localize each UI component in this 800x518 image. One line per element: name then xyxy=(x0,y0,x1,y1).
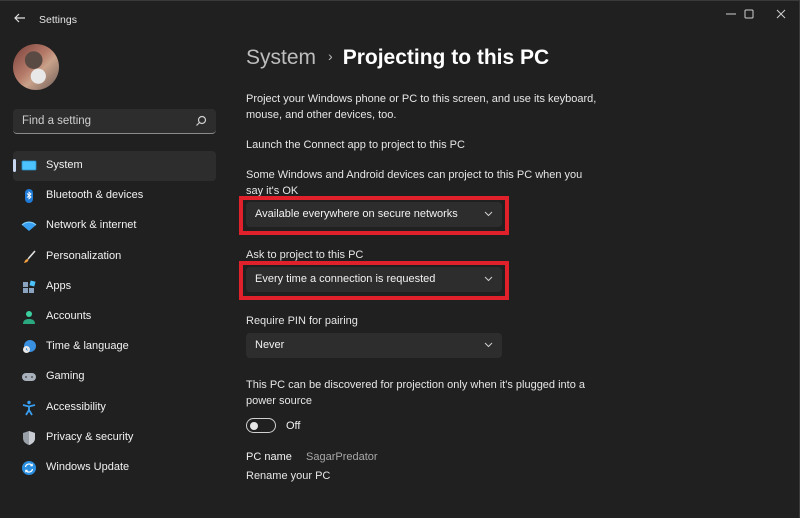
ask-dropdown[interactable]: Every time a connection is requested xyxy=(246,267,502,292)
title-bar: Settings xyxy=(0,1,800,39)
monitor-icon xyxy=(21,160,37,171)
toggle-knob xyxy=(250,421,258,430)
update-icon xyxy=(22,460,36,475)
maximize-button[interactable] xyxy=(732,5,766,25)
breadcrumb: System › Projecting to this PC xyxy=(246,46,549,70)
close-icon xyxy=(776,9,786,19)
sidebar-item-apps[interactable]: Apps xyxy=(13,272,216,302)
active-indicator xyxy=(13,159,16,172)
sidebar-item-system[interactable]: System xyxy=(13,151,216,182)
chevron-down-icon xyxy=(484,276,493,282)
search-icon xyxy=(196,115,207,126)
availability-dropdown[interactable]: Available everywhere on secure networks xyxy=(246,202,502,227)
chevron-down-icon xyxy=(484,211,493,217)
breadcrumb-parent[interactable]: System xyxy=(246,46,316,69)
sidebar-item-bluetooth[interactable]: Bluetooth & devices xyxy=(13,181,216,211)
sidebar-item-privacy[interactable]: Privacy & security xyxy=(13,423,216,453)
availability-label: Some Windows and Android devices can pro… xyxy=(246,169,583,197)
brush-icon xyxy=(24,250,36,263)
wifi-icon xyxy=(21,221,37,232)
page-description: Project your Windows phone or PC to this… xyxy=(246,93,597,121)
rename-pc-link[interactable]: Rename your PC xyxy=(246,470,330,482)
breadcrumb-separator: › xyxy=(328,48,333,64)
sidebar-item-accessibility[interactable]: Accessibility xyxy=(13,393,216,423)
pin-dropdown[interactable]: Never xyxy=(246,333,502,358)
search-input[interactable]: Find a setting xyxy=(13,109,216,134)
sidebar-item-time-language[interactable]: Time & language xyxy=(13,332,216,362)
chevron-down-icon xyxy=(484,342,493,348)
pc-name-label: PC name xyxy=(246,451,292,463)
sidebar-item-gaming[interactable]: Gaming xyxy=(13,362,216,392)
pc-name-value: SagarPredator xyxy=(306,451,378,463)
page-title: Projecting to this PC xyxy=(342,46,550,69)
sidebar-item-windows-update[interactable]: Windows Update xyxy=(13,453,216,483)
pin-label: Require PIN for pairing xyxy=(246,315,358,327)
power-source-toggle[interactable] xyxy=(246,418,276,433)
sidebar-item-personalization[interactable]: Personalization xyxy=(13,242,216,272)
back-arrow-icon[interactable] xyxy=(12,11,28,27)
power-source-label: This PC can be discovered for projection… xyxy=(246,379,586,407)
user-avatar[interactable] xyxy=(13,44,59,90)
shield-icon xyxy=(23,430,35,445)
toggle-state-label: Off xyxy=(286,420,301,432)
close-button[interactable] xyxy=(764,5,798,25)
launch-connect-link[interactable]: Launch the Connect app to project to thi… xyxy=(246,138,465,154)
globe-clock-icon xyxy=(23,340,36,354)
app-title: Settings xyxy=(39,14,77,26)
search-placeholder: Find a setting xyxy=(22,115,92,127)
maximize-icon xyxy=(744,9,754,19)
person-icon xyxy=(23,310,35,324)
gamepad-icon xyxy=(22,373,36,382)
settings-window: Settings Find a setting System Bluetooth… xyxy=(0,0,800,518)
accessibility-icon xyxy=(22,400,36,415)
sidebar-item-network[interactable]: Network & internet xyxy=(13,211,216,241)
sidebar-item-accounts[interactable]: Accounts xyxy=(13,302,216,332)
bluetooth-icon xyxy=(25,189,33,204)
sidebar-nav: System Bluetooth & devices Network & int… xyxy=(13,151,216,483)
apps-icon xyxy=(23,280,36,293)
